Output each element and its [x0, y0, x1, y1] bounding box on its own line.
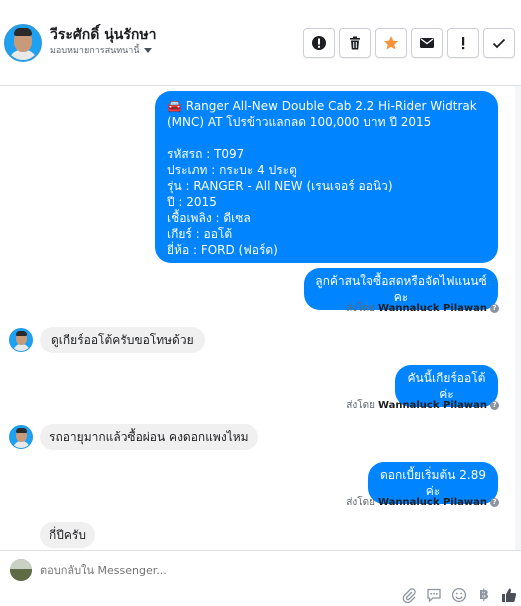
message-bubble-incoming[interactable]: รถอายุมากแล้วซื้อผ่อน คงดอกแพงไหม: [40, 424, 258, 450]
help-icon[interactable]: ?: [490, 498, 499, 507]
page-avatar: [10, 559, 32, 581]
message-bubble-car-details[interactable]: 🚘 Ranger All-New Double Cab 2.2 Hi-Rider…: [155, 91, 498, 263]
sent-by-label: ส่งโดย Wannaluck Pilawan ?: [346, 495, 499, 510]
customer-avatar-small[interactable]: [9, 425, 33, 449]
envelope-icon: [420, 38, 434, 48]
mark-spam-button[interactable]: [303, 28, 335, 58]
trash-icon: [350, 36, 360, 50]
emoji-icon[interactable]: [451, 587, 467, 603]
sent-by-agent[interactable]: Wannaluck Pilawan: [378, 497, 487, 508]
composer-tools: ฿: [401, 587, 517, 603]
sent-by-label: ส่งโดย Wannaluck Pilawan ?: [346, 398, 499, 413]
help-icon[interactable]: ?: [490, 304, 499, 313]
thread-scrollbar[interactable]: [515, 86, 521, 550]
baht-icon[interactable]: ฿: [476, 587, 492, 603]
star-icon: [383, 36, 399, 50]
message-bubble-incoming[interactable]: ดูเกียร์ออโต้ครับขอโทษด้วย: [40, 327, 205, 353]
mark-done-button[interactable]: [483, 28, 515, 58]
conversation-header: วีระศักดิ์ นุ่นรักษา มอบหมายการสนทนานี้: [0, 0, 521, 86]
help-icon[interactable]: ?: [490, 401, 499, 410]
customer-avatar-small[interactable]: [9, 328, 33, 352]
sent-by-label: ส่งโดย Wannaluck Pilawan ?: [346, 301, 499, 316]
thumbs-up-icon[interactable]: [501, 587, 517, 603]
check-icon: [492, 38, 506, 49]
caret-down-icon: [143, 47, 152, 53]
conversation-actions: [303, 28, 515, 58]
exclamation-icon: [462, 37, 465, 50]
reply-composer: ฿: [0, 550, 521, 606]
sent-by-prefix: ส่งโดย: [346, 400, 375, 411]
sent-by-agent[interactable]: Wannaluck Pilawan: [378, 303, 487, 314]
sent-by-prefix: ส่งโดย: [346, 497, 375, 508]
follow-up-button[interactable]: [447, 28, 479, 58]
assign-conversation-dropdown[interactable]: มอบหมายการสนทนานี้: [50, 43, 152, 57]
star-button[interactable]: [375, 28, 407, 58]
sent-by-agent[interactable]: Wannaluck Pilawan: [378, 400, 487, 411]
assign-label: มอบหมายการสนทนานี้: [50, 46, 140, 56]
mark-unread-button[interactable]: [411, 28, 443, 58]
paperclip-icon[interactable]: [401, 587, 417, 603]
message-bubble-incoming[interactable]: กี่ปีครับ: [40, 522, 95, 548]
sent-by-prefix: ส่งโดย: [346, 303, 375, 314]
message-thread[interactable]: 🚘 Ranger All-New Double Cab 2.2 Hi-Rider…: [0, 86, 521, 550]
reply-input[interactable]: [40, 559, 510, 581]
alert-circle-icon: [312, 36, 326, 50]
message-template-icon[interactable]: [426, 587, 442, 603]
customer-avatar[interactable]: [4, 24, 42, 62]
delete-button[interactable]: [339, 28, 371, 58]
